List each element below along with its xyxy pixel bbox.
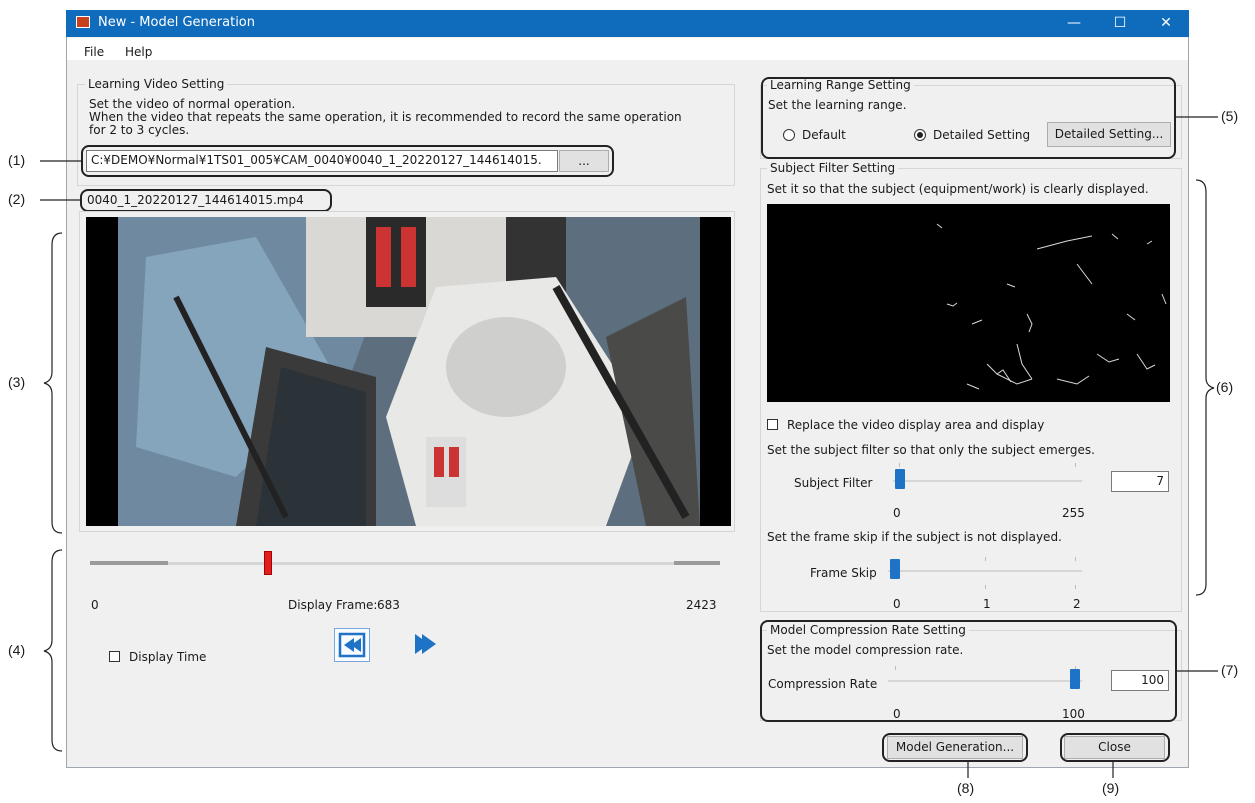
callout-label-3: (3) [8, 374, 26, 390]
callout-label-7: (7) [1221, 662, 1239, 678]
callout-label-4: (4) [8, 642, 26, 658]
callout-label-1: (1) [8, 152, 26, 168]
callout-label-6: (6) [1216, 379, 1234, 395]
callout-label-9: (9) [1102, 780, 1120, 796]
callout-label-8: (8) [957, 780, 975, 796]
callout-label-2: (2) [8, 191, 26, 207]
callout-label-5: (5) [1221, 108, 1239, 124]
callout-lines [40, 116, 1218, 778]
